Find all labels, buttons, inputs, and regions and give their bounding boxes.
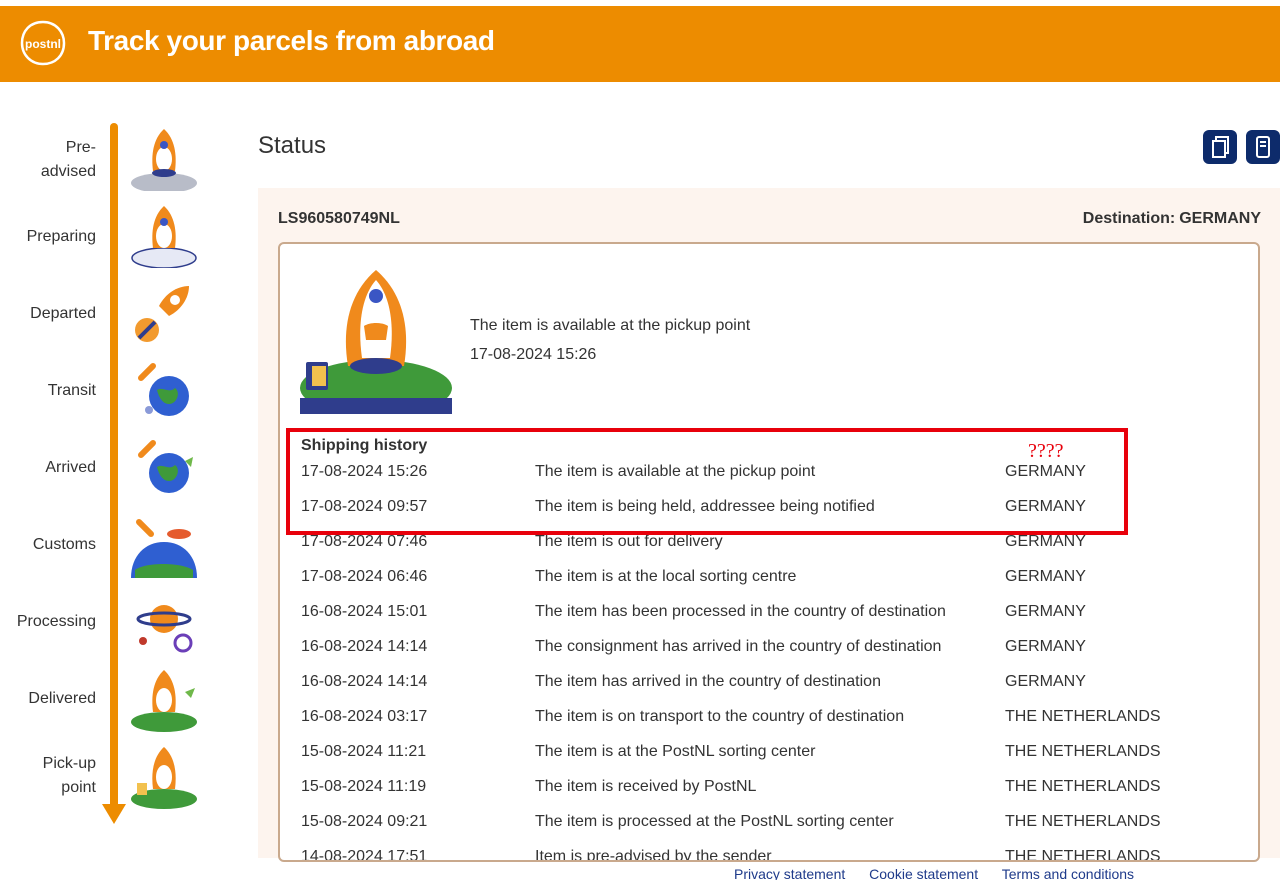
step-label: Departed (30, 305, 96, 322)
history-desc: The item is processed at the PostNL sort… (535, 813, 894, 830)
svg-text:postnl: postnl (25, 37, 61, 51)
step-label: Delivered (28, 690, 96, 707)
step-label: Preparing (26, 228, 96, 245)
mobile-button[interactable] (1246, 130, 1280, 164)
destination-value: GERMANY (1179, 210, 1261, 227)
rocket-icon (131, 129, 197, 191)
step-label: Customs (32, 536, 96, 553)
copy-button[interactable] (1203, 130, 1237, 164)
step-label: Pick-up point (42, 755, 96, 796)
step-label: Transit (47, 382, 96, 399)
rocket-icon (135, 286, 189, 342)
history-country: GERMANY (1005, 568, 1086, 585)
history-country: GERMANY (1005, 673, 1086, 690)
history-date: 16-08-2024 15:01 (301, 603, 428, 620)
history-country: THE NETHERLANDS (1005, 708, 1161, 725)
page-title: Track your parcels from abroad (88, 25, 495, 56)
copy-icon (1212, 136, 1229, 158)
history-desc: The item is received by PostNL (535, 778, 757, 795)
history-desc: The item is on transport to the country … (535, 708, 905, 725)
history-country: THE NETHERLANDS (1005, 778, 1161, 795)
history-date: 16-08-2024 14:14 (301, 638, 428, 655)
history-country: GERMANY (1005, 638, 1086, 655)
history-date: 16-08-2024 14:14 (301, 673, 428, 690)
history-desc: The item is at the local sorting centre (535, 568, 797, 585)
history-date: 15-08-2024 11:19 (301, 778, 427, 795)
history-country: GERMANY (1005, 533, 1086, 550)
history-country: GERMANY (1005, 603, 1086, 620)
status-card: The item is available at the pickup poin… (278, 242, 1260, 862)
history-desc: The item is at the PostNL sorting center (535, 743, 816, 760)
globe-icon (138, 363, 189, 416)
current-status: The item is available at the pickup poin… (470, 317, 751, 334)
footer-links: Privacy statement Cookie statement Terms… (734, 866, 1154, 880)
progress-arrow-icon (102, 804, 126, 824)
page-header: postnl Track your parcels from abroad (0, 6, 1280, 82)
rocket-icon (300, 270, 452, 414)
step-label: Pre- advised (40, 139, 96, 180)
privacy-link[interactable]: Privacy statement (734, 866, 845, 880)
rocket-icon (131, 670, 197, 732)
step-label: Arrived (45, 459, 96, 476)
annotation-box (286, 428, 1128, 535)
rocket-icon (131, 206, 197, 268)
progress-line (110, 123, 118, 805)
cookie-link[interactable]: Cookie statement (869, 866, 978, 880)
history-date: 17-08-2024 07:46 (301, 533, 428, 550)
postnl-logo[interactable]: postnl (18, 18, 68, 68)
history-desc: Item is pre-advised by the sender (535, 848, 772, 862)
mobile-icon (1256, 136, 1270, 158)
destination: Destination: GERMANY (1083, 210, 1261, 228)
history-desc: The consignment has arrived in the count… (535, 638, 942, 655)
planet-icon (131, 519, 197, 578)
globe-icon (138, 440, 193, 493)
history-country: THE NETHERLANDS (1005, 848, 1161, 862)
current-status-time: 17-08-2024 15:26 (470, 346, 597, 363)
planet-icon (136, 605, 193, 653)
status-heading: Status (258, 132, 327, 159)
annotation-text: ???? (1028, 440, 1064, 462)
barcode: LS960580749NL (278, 210, 400, 227)
history-date: 15-08-2024 09:21 (301, 813, 428, 830)
rocket-icon (131, 747, 197, 809)
destination-label: Destination: (1082, 210, 1176, 227)
history-desc: The item has been processed in the count… (535, 603, 946, 620)
history-country: THE NETHERLANDS (1005, 813, 1161, 830)
history-country: THE NETHERLANDS (1005, 743, 1161, 760)
history-date: 14-08-2024 17:51 (301, 848, 428, 862)
history-date: 15-08-2024 11:21 (301, 743, 427, 760)
history-date: 16-08-2024 03:17 (301, 708, 428, 725)
step-label: Processing (16, 613, 96, 630)
history-desc: The item has arrived in the country of d… (535, 673, 881, 690)
history-desc: The item is out for delivery (535, 533, 723, 550)
terms-link[interactable]: Terms and conditions (1002, 866, 1134, 880)
history-date: 17-08-2024 06:46 (301, 568, 428, 585)
